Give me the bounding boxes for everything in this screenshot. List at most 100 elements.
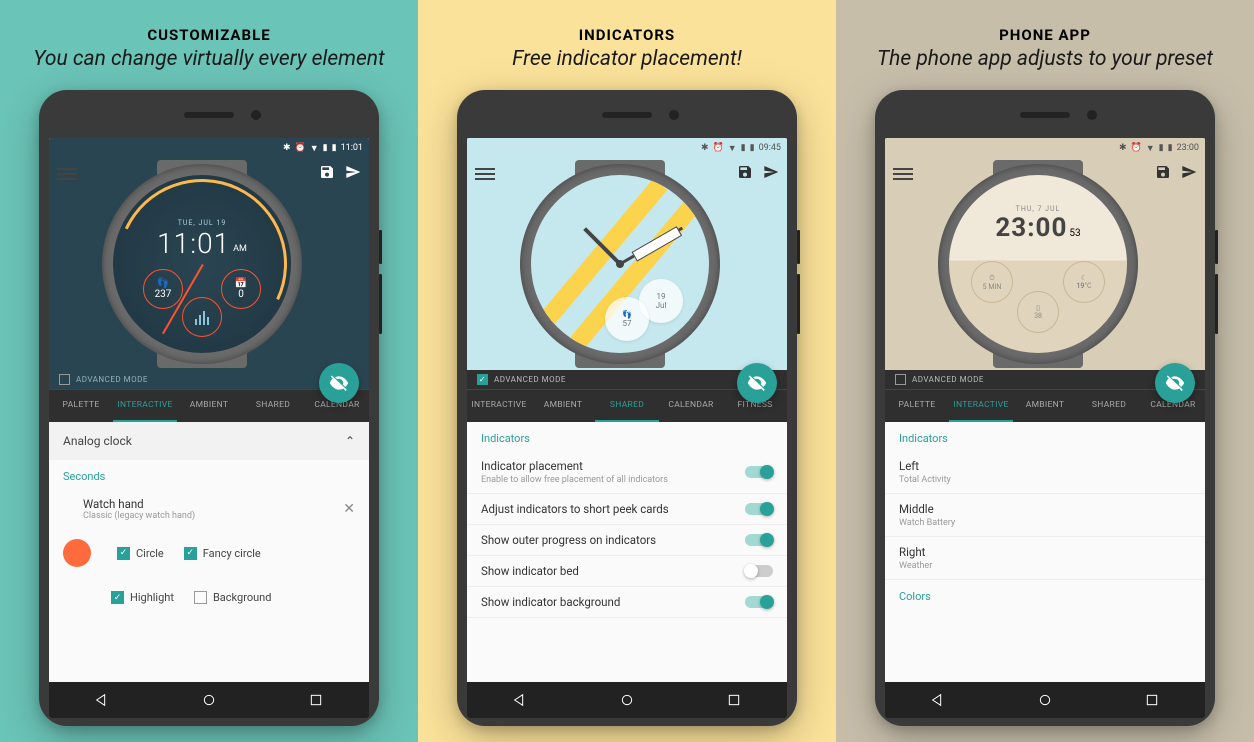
battery-icon: ▮ xyxy=(1168,143,1173,153)
panel-title: CUSTOMIZABLE xyxy=(147,26,270,44)
advanced-mode-checkbox[interactable]: ✓ xyxy=(477,374,488,385)
status-bar: ✱ ⏰ ▼ ▮ ▮ 09:45 xyxy=(467,138,787,158)
send-icon[interactable] xyxy=(1181,164,1197,180)
status-time: 11:01 xyxy=(341,143,363,153)
toggle[interactable] xyxy=(745,466,773,478)
send-icon[interactable] xyxy=(345,164,361,180)
nav-back-icon[interactable] xyxy=(930,692,946,708)
advanced-mode-label: ADVANCED MODE xyxy=(76,375,148,384)
bluetooth-icon: ✱ xyxy=(283,143,291,153)
tab-ambient[interactable]: AMBIENT xyxy=(1013,390,1077,422)
toggle[interactable] xyxy=(745,596,773,608)
setting-right[interactable]: RightWeather xyxy=(885,537,1205,580)
tab-interactive[interactable]: INTERACTIVE xyxy=(467,390,531,422)
watch-preview[interactable]: 19Jul 👣57 xyxy=(520,164,720,364)
close-icon[interactable]: ✕ xyxy=(343,501,355,517)
tab-ambient[interactable]: AMBIENT xyxy=(531,390,595,422)
checkbox-circle[interactable]: ✓Circle xyxy=(117,547,164,560)
hamburger-menu-icon[interactable] xyxy=(57,164,77,180)
tab-calendar[interactable]: CALENDAR xyxy=(659,390,723,422)
save-icon[interactable] xyxy=(319,164,335,180)
tab-interactive[interactable]: INTERACTIVE xyxy=(949,390,1013,422)
advanced-mode-checkbox[interactable] xyxy=(895,374,906,385)
toggle[interactable] xyxy=(745,565,773,577)
save-icon[interactable] xyxy=(1155,164,1171,180)
setting-adjust-peek[interactable]: Adjust indicators to short peek cards xyxy=(467,494,787,525)
phone-frame: ✱ ⏰ ▼ ▮ ▮ 11:01 xyxy=(39,90,379,726)
nav-home-icon[interactable] xyxy=(201,692,217,708)
watch-preview[interactable]: TUE, JUL 19 11:01AM 👣237 📅0 xyxy=(102,164,302,364)
nav-recent-icon[interactable] xyxy=(726,692,742,708)
setting-middle[interactable]: MiddleWatch Battery xyxy=(885,494,1205,537)
tab-ambient[interactable]: AMBIENT xyxy=(177,390,241,422)
bluetooth-icon: ✱ xyxy=(701,143,709,153)
checkbox-fancy-circle[interactable]: ✓Fancy circle xyxy=(184,547,261,560)
send-icon[interactable] xyxy=(763,164,779,180)
phone-screen: ✱ ⏰ ▼ ▮ ▮ 09:45 1 xyxy=(467,138,787,718)
hamburger-menu-icon[interactable] xyxy=(893,164,913,180)
toggle[interactable] xyxy=(745,503,773,515)
alarm-icon: ⏰ xyxy=(295,143,306,153)
android-navbar xyxy=(885,682,1205,718)
subdial-bars xyxy=(182,297,222,337)
nav-back-icon[interactable] xyxy=(512,692,528,708)
visibility-fab[interactable] xyxy=(1155,363,1195,403)
status-time: 09:45 xyxy=(759,143,781,153)
alarm-icon: ⏰ xyxy=(713,143,724,153)
indicator-right: ☾19°C xyxy=(1063,261,1105,303)
android-navbar xyxy=(49,682,369,718)
panel-subtitle: You can change virtually every element xyxy=(33,46,384,72)
nav-back-icon[interactable] xyxy=(94,692,110,708)
tab-palette[interactable]: PALETTE xyxy=(49,390,113,422)
settings-content: Indicators Indicator placementEnable to … xyxy=(467,422,787,682)
subdial-calendar: 📅0 xyxy=(221,269,261,309)
tab-palette[interactable]: PALETTE xyxy=(885,390,949,422)
section-indicators: Indicators xyxy=(885,422,1205,451)
section-colors: Colors xyxy=(885,580,1205,609)
checkbox-highlight[interactable]: ✓Highlight xyxy=(111,591,174,604)
visibility-fab[interactable] xyxy=(319,363,359,403)
face-ampm: AM xyxy=(233,244,247,254)
setting-outer-progress[interactable]: Show outer progress on indicators xyxy=(467,525,787,556)
setting-indicator-bed[interactable]: Show indicator bed xyxy=(467,556,787,587)
face-date: TUE, JUL 19 xyxy=(113,219,291,227)
tab-shared[interactable]: SHARED xyxy=(595,390,659,422)
toggle[interactable] xyxy=(745,534,773,546)
nav-home-icon[interactable] xyxy=(1037,692,1053,708)
hamburger-menu-icon[interactable] xyxy=(475,164,495,180)
nav-recent-icon[interactable] xyxy=(308,692,324,708)
tab-bar: PALETTE INTERACTIVE AMBIENT SHARED CALEN… xyxy=(49,389,369,422)
tab-shared[interactable]: SHARED xyxy=(241,390,305,422)
watch-hand-row[interactable]: Watch hand Classic (legacy watch hand) ✕ xyxy=(49,489,369,529)
setting-left[interactable]: LeftTotal Activity xyxy=(885,451,1205,494)
phone-frame: ✱ ⏰ ▼ ▮ ▮ 23:00 THU, 7 JUL xyxy=(875,90,1215,726)
watch-preview[interactable]: THU, 7 JUL 23:0053 ⏱5 MIN ☾19°C ▯38 xyxy=(938,164,1138,364)
app-header: ✱ ⏰ ▼ ▮ ▮ 09:45 1 xyxy=(467,138,787,389)
nav-home-icon[interactable] xyxy=(619,692,635,708)
tab-shared[interactable]: SHARED xyxy=(1077,390,1141,422)
panel-title: PHONE APP xyxy=(999,26,1091,44)
advanced-mode-checkbox[interactable] xyxy=(59,374,70,385)
watch-hand-sub: Classic (legacy watch hand) xyxy=(83,511,195,521)
tab-interactive[interactable]: INTERACTIVE xyxy=(113,390,177,422)
chevron-up-icon: ⌃ xyxy=(345,434,355,448)
color-swatch[interactable] xyxy=(63,539,91,567)
advanced-mode-label: ADVANCED MODE xyxy=(494,375,566,384)
visibility-fab[interactable] xyxy=(737,363,777,403)
alarm-icon: ⏰ xyxy=(1131,143,1142,153)
accordion-analog-clock[interactable]: Analog clock ⌃ xyxy=(49,422,369,460)
save-icon[interactable] xyxy=(737,164,753,180)
settings-content: Analog clock ⌃ Seconds Watch hand Classi… xyxy=(49,422,369,682)
nav-recent-icon[interactable] xyxy=(1144,692,1160,708)
wifi-icon: ▼ xyxy=(1146,143,1155,154)
setting-indicator-background[interactable]: Show indicator background xyxy=(467,587,787,618)
wifi-icon: ▼ xyxy=(310,143,319,154)
checkbox-background[interactable]: Background xyxy=(194,591,271,604)
setting-indicator-placement[interactable]: Indicator placementEnable to allow free … xyxy=(467,451,787,494)
signal-icon: ▮ xyxy=(1159,143,1164,153)
indicator-steps[interactable]: 👣57 xyxy=(605,297,649,341)
panel-subtitle: The phone app adjusts to your preset xyxy=(877,46,1213,72)
indicator-middle: ▯38 xyxy=(1017,291,1059,333)
advanced-mode-label: ADVANCED MODE xyxy=(912,375,984,384)
face-time: 11:01 xyxy=(157,227,230,260)
